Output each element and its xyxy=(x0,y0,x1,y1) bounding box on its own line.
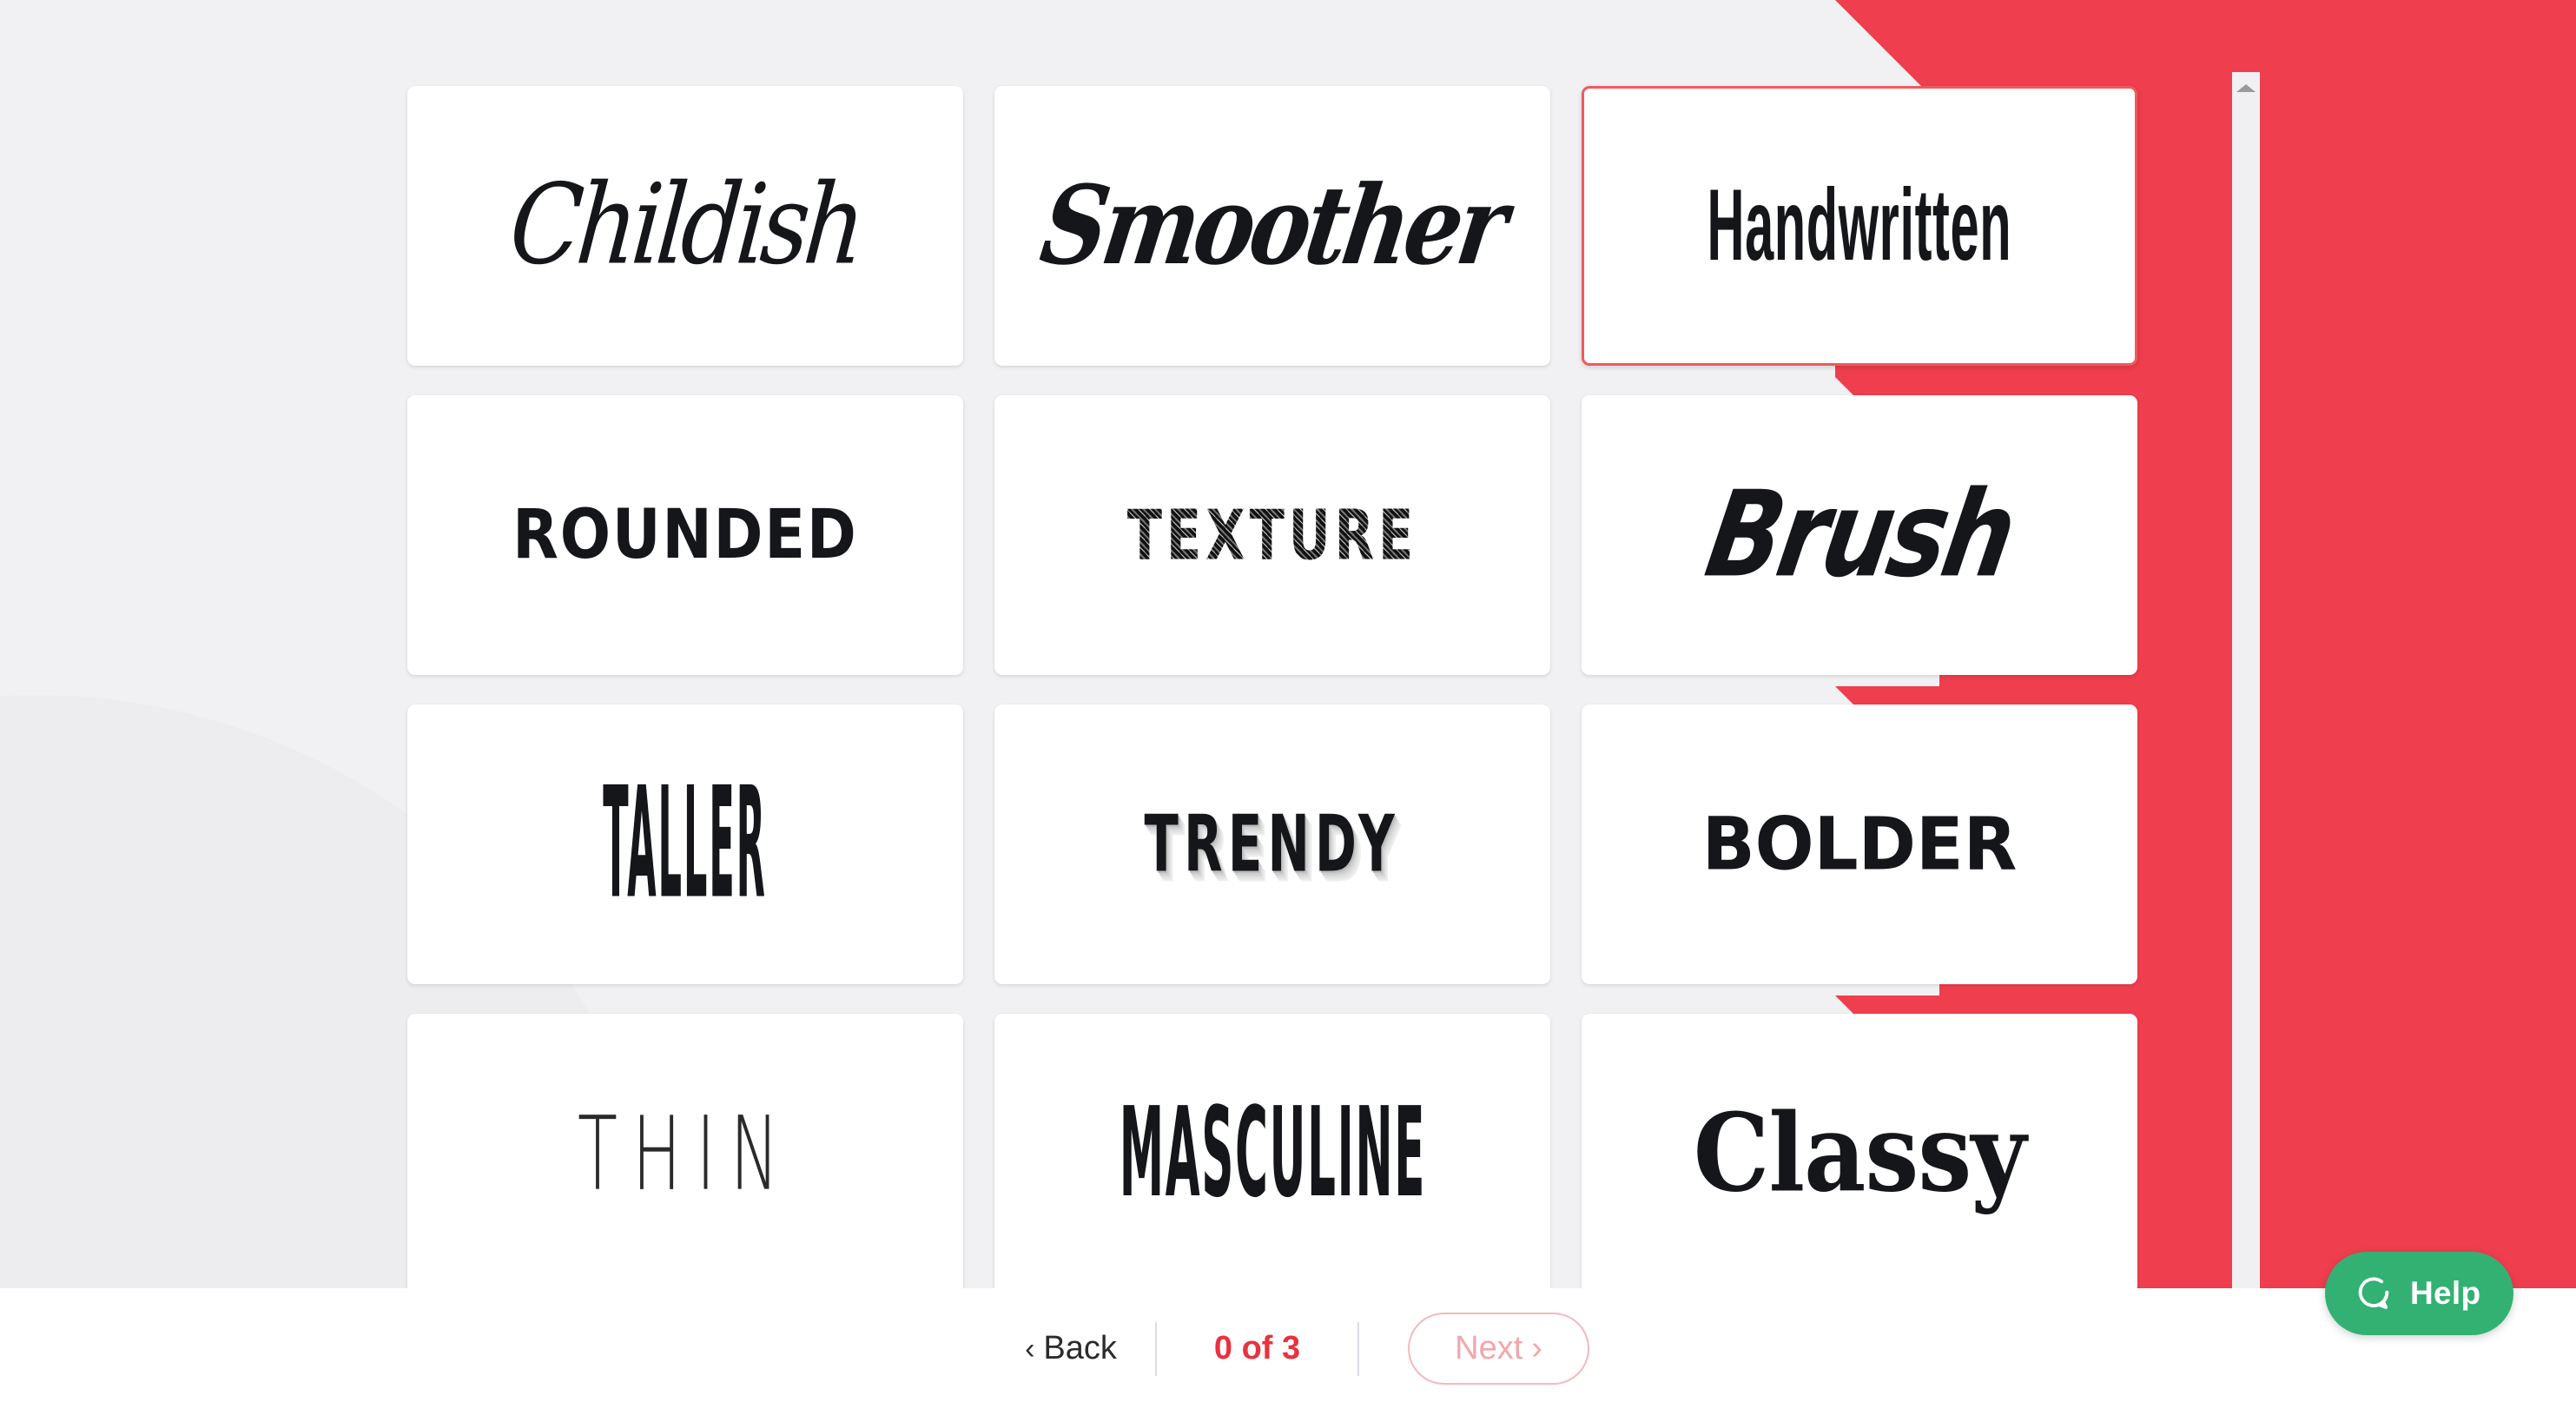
font-style-grid: Childish Smoother Handwritten ROUNDED TEXTUR… xyxy=(407,86,2137,1323)
font-card-brush[interactable]: Brush xyxy=(1582,395,2137,675)
font-card-label: Childish xyxy=(505,161,866,290)
wizard-footer: ‹ Back 0 of 3 Next › xyxy=(0,1288,2576,1409)
chevron-right-icon: › xyxy=(1531,1330,1542,1366)
chat-bubble-icon xyxy=(2353,1273,2393,1313)
font-card-masculine[interactable]: MASCULINE xyxy=(994,1014,1550,1293)
font-card-label: MASCULINE xyxy=(1119,1081,1426,1226)
next-button-label: Next xyxy=(1455,1330,1523,1366)
font-card-taller[interactable]: TALLER xyxy=(407,704,963,984)
help-button[interactable]: Help xyxy=(2325,1252,2514,1335)
font-card-label: Handwritten xyxy=(1707,169,2012,282)
next-button[interactable]: Next › xyxy=(1408,1313,1589,1385)
font-card-bolder[interactable]: BOLDER xyxy=(1582,704,2137,984)
font-card-handwritten[interactable]: Handwritten xyxy=(1582,86,2137,366)
step-counter: 0 of 3 xyxy=(1213,1330,1301,1366)
font-card-label: TEXTURE xyxy=(1126,494,1418,576)
font-card-label: ROUNDED xyxy=(512,496,858,574)
back-button[interactable]: ‹ Back xyxy=(987,1330,1155,1367)
font-card-smoother[interactable]: Smoother xyxy=(994,86,1550,366)
back-button-label: Back xyxy=(1043,1330,1117,1366)
font-card-trendy[interactable]: TRENDY xyxy=(994,704,1550,984)
font-card-label: Smoother xyxy=(1033,161,1512,290)
font-card-classy[interactable]: Classy xyxy=(1582,1014,2137,1293)
font-card-childish[interactable]: Childish xyxy=(407,86,963,366)
font-card-thin[interactable]: THIN xyxy=(407,1014,963,1293)
font-card-label: TALLER xyxy=(603,755,768,934)
wizard-footer-inner: ‹ Back 0 of 3 Next › xyxy=(987,1313,1589,1385)
app-root: Childish Smoother Handwritten ROUNDED TEXTUR… xyxy=(0,0,2576,1409)
font-card-texture[interactable]: TEXTURE xyxy=(994,395,1550,675)
font-card-label: Classy xyxy=(1693,1090,2026,1216)
caret-up-icon[interactable] xyxy=(2236,84,2256,92)
font-card-label: BOLDER xyxy=(1701,801,2018,887)
font-card-rounded[interactable]: ROUNDED xyxy=(407,395,963,675)
font-card-label: Brush xyxy=(1696,466,2023,605)
decorative-red-panel-top xyxy=(1998,0,2576,90)
chevron-left-icon: ‹ xyxy=(1025,1332,1035,1366)
font-card-label: TRENDY xyxy=(1144,798,1401,890)
help-button-label: Help xyxy=(2410,1275,2481,1311)
font-card-label: THIN xyxy=(577,1094,794,1214)
footer-divider-right xyxy=(1357,1321,1360,1376)
vertical-scrollbar[interactable] xyxy=(2232,72,2260,1288)
